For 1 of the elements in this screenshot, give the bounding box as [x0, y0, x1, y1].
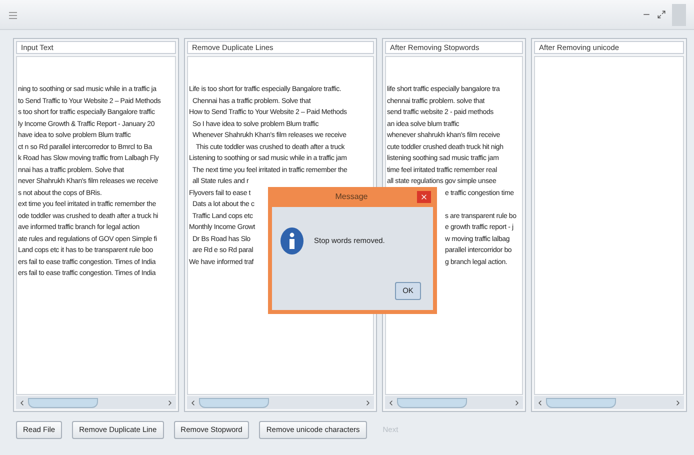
dialog-title: Message: [334, 191, 369, 203]
